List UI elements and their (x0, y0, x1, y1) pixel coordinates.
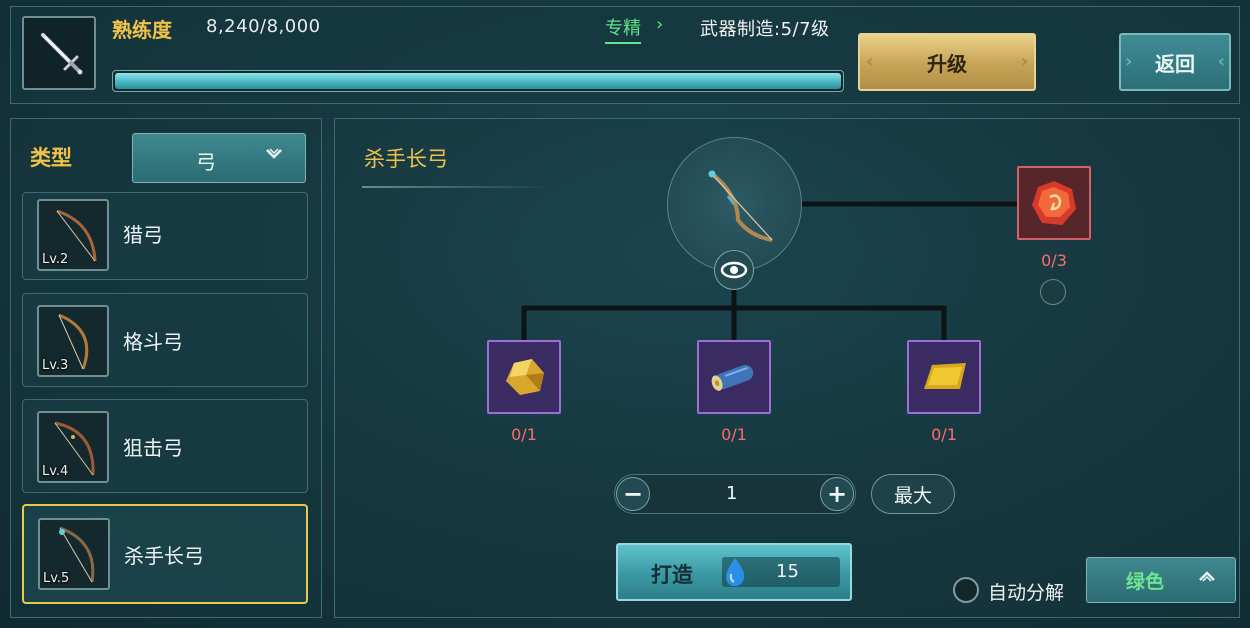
material-count: 0/1 (511, 425, 537, 444)
type-dropdown-value[interactable]: 弓 (196, 146, 216, 175)
chevron-right-icon: › (1125, 51, 1133, 72)
material-count: 0/1 (931, 425, 957, 444)
material-count: 0/1 (721, 425, 747, 444)
item-name: 狙击弓 (123, 436, 183, 460)
upgrade-button-label: 升级 (927, 51, 967, 76)
specialize-link[interactable]: 专精 (605, 14, 641, 44)
proficiency-bar-fill (115, 73, 841, 89)
item-name: 格斗弓 (123, 330, 183, 354)
proficiency-bar (112, 70, 844, 92)
gem-slot[interactable] (1040, 279, 1066, 305)
chevron-left-icon: ‹ (1217, 51, 1225, 72)
back-button[interactable]: › 返回 ‹ (1119, 33, 1231, 91)
gold-ore-icon[interactable] (487, 340, 561, 414)
bow-icon: Lv.4 (37, 411, 109, 483)
list-item[interactable]: Lv.2 猎弓 (22, 192, 308, 280)
weapon-craft-level: 武器制造:5/7级 (700, 19, 830, 40)
item-name: 猎弓 (123, 223, 163, 247)
auto-decompose-checkbox[interactable] (953, 577, 979, 603)
item-level: Lv.5 (43, 571, 70, 586)
leather-icon[interactable] (907, 340, 981, 414)
plus-button[interactable]: + (820, 477, 854, 511)
proficiency-label: 熟练度 (112, 18, 172, 42)
chevron-right-icon: › (1020, 51, 1028, 72)
item-level: Lv.4 (42, 464, 69, 479)
eye-icon[interactable] (714, 250, 754, 290)
type-label: 类型 (30, 146, 72, 170)
wood-log-icon[interactable] (697, 340, 771, 414)
plus-icon: + (826, 480, 848, 508)
list-item[interactable]: Lv.4 狙击弓 (22, 399, 308, 493)
chevron-down-icon[interactable] (264, 146, 284, 166)
bow-icon: Lv.3 (37, 305, 109, 377)
minus-button[interactable]: − (616, 477, 650, 511)
upgrade-button[interactable]: ‹ 升级 › (858, 33, 1036, 91)
auto-decompose-label: 自动分解 (988, 582, 1065, 604)
item-level: Lv.2 (42, 252, 69, 267)
proficiency-value: 8,240/8,000 (206, 16, 321, 37)
quantity-value[interactable]: 1 (726, 483, 737, 504)
quality-dropdown-value[interactable]: 绿色 (1126, 567, 1164, 594)
max-button[interactable]: 最大 (871, 474, 955, 514)
gem-count: 0/3 (1041, 251, 1067, 270)
item-name: 杀手长弓 (124, 544, 204, 568)
chevron-left-icon: ‹ (866, 51, 874, 72)
sword-icon (41, 33, 83, 75)
chevron-right-icon[interactable]: › (656, 14, 663, 35)
bow-icon: Lv.2 (37, 199, 109, 271)
back-button-label: 返回 (1155, 51, 1195, 76)
red-gem-icon[interactable] (1017, 166, 1091, 240)
forge-button-label[interactable]: 打造 (651, 559, 693, 589)
list-item[interactable]: Lv.3 格斗弓 (22, 293, 308, 387)
water-drop-icon (725, 558, 745, 586)
minus-icon: − (622, 480, 644, 508)
list-item-selected[interactable]: Lv.5 杀手长弓 (22, 504, 308, 604)
forge-cost-value: 15 (776, 561, 799, 582)
bow-icon: Lv.5 (38, 518, 110, 590)
weapon-type-icon (22, 16, 96, 90)
item-level: Lv.3 (42, 358, 69, 373)
chevron-up-icon[interactable] (1197, 568, 1217, 588)
